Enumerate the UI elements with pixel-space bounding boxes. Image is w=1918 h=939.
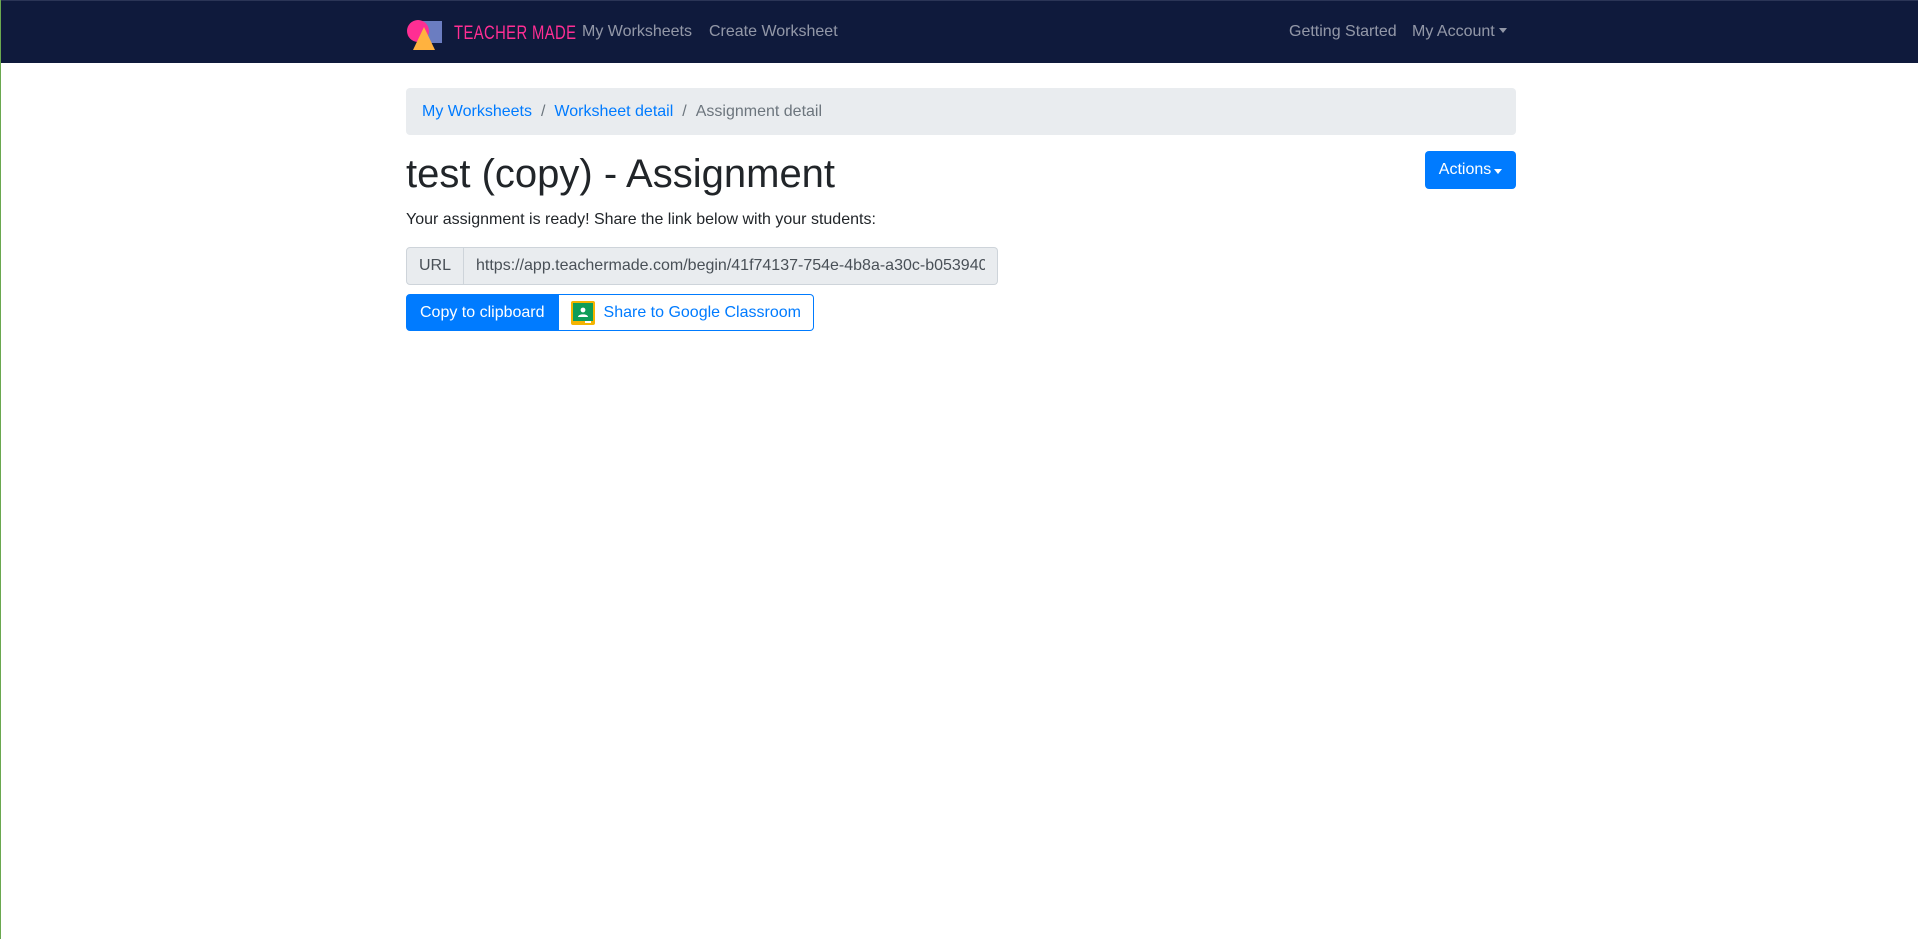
share-to-google-classroom-label: Share to Google Classroom <box>603 303 801 321</box>
breadcrumb-my-worksheets[interactable]: My Worksheets <box>422 103 532 121</box>
breadcrumb-separator: / <box>540 102 546 120</box>
page: TEACHER MADE My Worksheets Create Worksh… <box>0 0 1918 939</box>
teacher-made-logo-icon <box>407 20 442 50</box>
top-navbar: TEACHER MADE My Worksheets Create Worksh… <box>1 0 1918 63</box>
brand-name: TEACHER MADE <box>454 23 577 44</box>
brand-logo-link[interactable]: TEACHER MADE <box>406 17 611 51</box>
share-button-group: Copy to clipboard Share to Google Classr… <box>406 294 814 331</box>
google-classroom-icon <box>570 300 595 325</box>
nav-my-account-dropdown[interactable]: My Account <box>1412 23 1507 41</box>
url-prefix-label: URL <box>406 247 464 285</box>
page-title: test (copy) - Assignment <box>406 152 836 196</box>
assignment-ready-message: Your assignment is ready! Share the link… <box>406 211 876 228</box>
actions-label: Actions <box>1438 161 1492 178</box>
nav-my-worksheets[interactable]: My Worksheets <box>582 23 692 41</box>
nav-getting-started[interactable]: Getting Started <box>1289 23 1397 41</box>
caret-down-icon <box>1494 168 1503 174</box>
actions-dropdown-button[interactable]: Actions <box>1425 151 1516 189</box>
breadcrumb-separator: / <box>682 102 687 120</box>
assignment-url-field[interactable] <box>464 247 998 285</box>
copy-to-clipboard-button[interactable]: Copy to clipboard <box>406 294 559 331</box>
share-to-google-classroom-button[interactable]: Share to Google Classroom <box>558 294 814 331</box>
breadcrumb-worksheet-detail[interactable]: Worksheet detail <box>554 103 673 121</box>
breadcrumb: My Worksheets / Worksheet detail / Assig… <box>406 88 1516 135</box>
nav-create-worksheet[interactable]: Create Worksheet <box>709 23 838 41</box>
url-input-group: URL <box>406 247 998 285</box>
breadcrumb-assignment-detail: Assignment detail <box>695 102 823 120</box>
